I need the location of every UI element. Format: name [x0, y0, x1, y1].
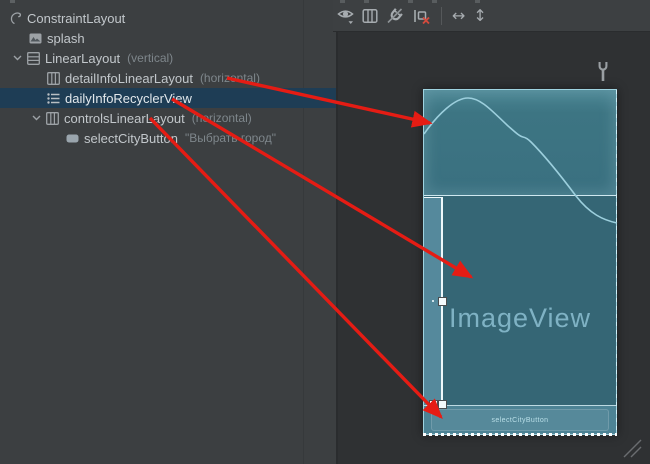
tree-item-annotation: (vertical): [127, 51, 173, 65]
layout-editor: ConstraintLayout splash LinearLayout (ve…: [0, 0, 650, 464]
tree-item-detailinfolinearlayout[interactable]: detailInfoLinearLayout (horizontal): [0, 68, 336, 88]
cutoff-icon-remnant: [432, 0, 437, 3]
cutoff-icon-remnant: [475, 0, 480, 3]
tree-item-dailyinforecyclerview[interactable]: dailyInfoRecyclerView: [0, 88, 336, 108]
tree-item-label: splash: [47, 31, 85, 46]
tree-item-annotation: "Выбрать город": [185, 131, 276, 145]
selection-dashed-border-bottom: [423, 433, 617, 436]
clear-all-constraints-icon[interactable]: [412, 6, 431, 26]
button-icon: [65, 131, 79, 145]
linear-layout-vertical-icon: [26, 51, 40, 65]
tree-item-annotation: (horizontal): [192, 111, 252, 125]
cutoff-icon-remnant: [340, 0, 345, 3]
linear-layout-horizontal-icon: [45, 111, 59, 125]
resize-handle-bottom-right[interactable]: [438, 400, 447, 409]
cutoff-icon-remnant: [408, 0, 413, 3]
resize-handle-bottom-mid[interactable]: [429, 400, 438, 409]
surface-resize-grip[interactable]: [620, 436, 642, 463]
controls-bar[interactable]: selectCityButton: [424, 405, 616, 434]
tree-item-constraintlayout[interactable]: ConstraintLayout: [0, 8, 336, 28]
constraint-layout-icon: [8, 11, 22, 25]
constraint-anchor-dot: [432, 300, 434, 302]
expand-vertically-icon[interactable]: ↕: [473, 6, 486, 26]
cutoff-icon-remnant: [364, 0, 369, 3]
recycler-view-icon: [46, 91, 60, 105]
linear-layout-horizontal-icon: [46, 71, 60, 85]
show-columns-icon[interactable]: [362, 6, 378, 26]
tree-item-label: LinearLayout: [45, 51, 120, 66]
tree-item-linearlayout[interactable]: LinearLayout (vertical): [0, 48, 336, 68]
tree-item-label: ConstraintLayout: [27, 11, 125, 26]
chevron-down-icon[interactable]: [8, 55, 26, 61]
toolbar-separator: [441, 7, 442, 25]
tree-item-splash[interactable]: splash: [0, 28, 336, 48]
tree-item-selectcitybutton[interactable]: selectCityButton "Выбрать город": [0, 128, 336, 148]
curve-graphic: [424, 90, 616, 230]
tree-item-label: detailInfoLinearLayout: [65, 71, 193, 86]
device-preview[interactable]: ImageView selectCityButton: [423, 89, 617, 435]
tree-item-controlslinearlayout[interactable]: controlsLinearLayout (horizontal): [0, 108, 336, 128]
design-toolbar: ↔ ↕: [333, 0, 650, 32]
resize-handle-right-mid[interactable]: [438, 297, 447, 306]
tree-item-label: dailyInfoRecyclerView: [65, 91, 192, 106]
autoconnect-off-magnet-icon[interactable]: [386, 6, 404, 26]
tree-item-annotation: (horizontal): [200, 71, 260, 85]
tree-item-label: selectCityButton: [84, 131, 178, 146]
expand-horizontally-icon[interactable]: ↔: [452, 6, 465, 26]
view-options-eye-icon[interactable]: [337, 6, 354, 26]
selection-dashed-border-right: [616, 90, 617, 436]
tree-item-label: controlsLinearLayout: [64, 111, 185, 126]
component-tree-panel: ConstraintLayout splash LinearLayout (ve…: [0, 0, 338, 464]
chevron-down-icon[interactable]: [27, 115, 45, 121]
select-city-button[interactable]: selectCityButton: [431, 409, 609, 431]
imageview-label: ImageView: [424, 303, 616, 334]
cutoff-icon-remnant: [10, 0, 15, 3]
image-icon: [28, 31, 42, 45]
wrench-icon[interactable]: [597, 61, 609, 87]
